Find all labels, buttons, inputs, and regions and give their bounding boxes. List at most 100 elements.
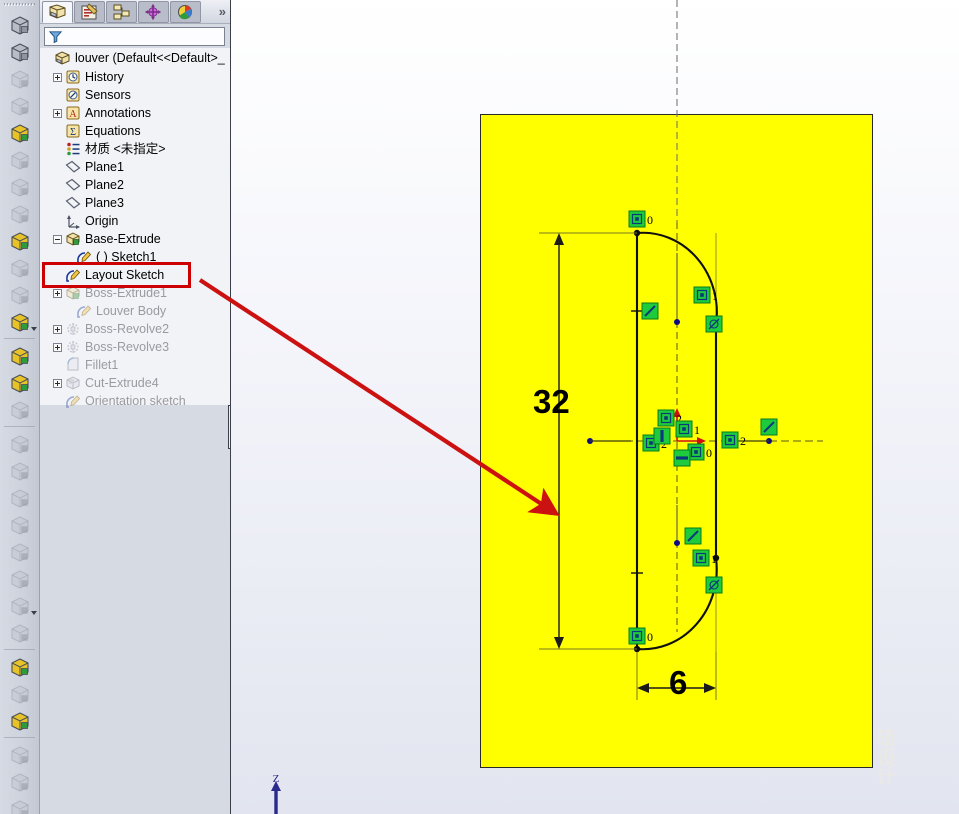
rib-button[interactable] (2, 308, 38, 335)
fillet-icon (65, 357, 81, 373)
lofted-cut-icon (8, 203, 32, 225)
tree-item-orientation-sketch[interactable]: Orientation sketch (40, 392, 230, 410)
tree-item-fillet1[interactable]: Fillet1 (40, 356, 230, 374)
tree-item-plane1[interactable]: Plane1 (40, 158, 230, 176)
tab-property-manager[interactable] (74, 1, 105, 23)
tree-item-label: Plane1 (85, 161, 124, 174)
relation-marker-tangent[interactable] (706, 316, 722, 332)
arc-center-point-bottom[interactable] (674, 540, 680, 546)
tree-item-history[interactable]: History (40, 68, 230, 86)
dropdown-caret-icon[interactable] (31, 327, 37, 331)
relation-marker-index: 0 (647, 213, 653, 227)
instant3d-button[interactable] (2, 653, 38, 680)
plane-icon (65, 159, 81, 175)
relation-marker-coincident[interactable]: 0 (629, 211, 653, 227)
extruded-boss-base-button[interactable] (2, 11, 38, 38)
tree-item-annotations[interactable]: AAnnotations (40, 104, 230, 122)
relation-marker-coincident[interactable]: 0 (688, 444, 712, 460)
boundary-boss-button[interactable] (2, 227, 38, 254)
relation-marker-vertical[interactable] (654, 428, 670, 444)
display-manager-icon (175, 3, 197, 21)
dropdown-caret-icon[interactable] (31, 611, 37, 615)
revolved-boss-base-button[interactable] (2, 38, 38, 65)
width-dimension-value[interactable]: 6 (669, 664, 687, 702)
tree-expand-icon[interactable] (53, 325, 62, 334)
tree-expand-icon[interactable] (53, 289, 62, 298)
tree-item-origin[interactable]: Origin (40, 212, 230, 230)
relation-marker-fix[interactable] (761, 419, 777, 435)
feature-tree-filter-input[interactable] (63, 29, 218, 45)
tree-item-label: Louver Body (96, 305, 166, 318)
shell-button[interactable] (2, 342, 38, 369)
tree-item-layout-sketch[interactable]: Layout Sketch (40, 266, 230, 284)
tab-configuration-manager[interactable] (106, 1, 137, 23)
tree-item-louver-body[interactable]: Louver Body (40, 302, 230, 320)
relation-marker-tangent[interactable] (706, 577, 722, 593)
boundary-boss-icon (8, 230, 32, 252)
relation-marker-coincident[interactable]: 1 (694, 287, 718, 303)
feature-tree[interactable]: louver (Default<<Default>_HistorySensors… (40, 48, 230, 814)
property-manager-icon (79, 3, 101, 21)
tree-expand-icon[interactable] (53, 343, 62, 352)
relation-marker-coincident[interactable]: 0 (629, 628, 653, 644)
tab-feature-manager-design-tree[interactable] (42, 1, 73, 23)
draft-icon (8, 284, 32, 306)
feature-tree-filter[interactable] (44, 27, 225, 46)
tree-expand-icon[interactable] (53, 379, 62, 388)
feature-manager-overflow-button[interactable]: » (219, 4, 224, 19)
tree-root-item[interactable]: louver (Default<<Default>_ (40, 48, 230, 68)
deform-button (2, 538, 38, 565)
axis-triad-z: Z (261, 772, 291, 814)
relation-marker-horizontal[interactable] (674, 450, 690, 466)
watermark-text: 硕设计 (871, 730, 901, 790)
dimxpert-icon (143, 3, 165, 21)
tree-item-sensors[interactable]: Sensors (40, 86, 230, 104)
tree-expander-placeholder (53, 145, 62, 154)
relation-marker-coincident[interactable]: 2 (722, 432, 746, 448)
split-button (2, 619, 38, 646)
mirror-button[interactable] (2, 369, 38, 396)
relation-marker-coincident[interactable]: 1 (676, 421, 700, 437)
tree-item-boss-revolve2[interactable]: Boss-Revolve2 (40, 320, 230, 338)
arc-center-point-top[interactable] (674, 319, 680, 325)
height-dimension-value[interactable]: 32 (533, 383, 570, 421)
dome-icon (8, 399, 32, 421)
tree-item-boss-extrude1[interactable]: Boss-Extrude1 (40, 284, 230, 302)
cut-extrude-icon (65, 375, 81, 391)
flex-button (2, 511, 38, 538)
tree-item-[interactable]: 材质 <未指定> (40, 140, 230, 158)
tree-expand-icon[interactable] (53, 73, 62, 82)
tree-item-plane2[interactable]: Plane2 (40, 176, 230, 194)
pattern-button[interactable] (2, 707, 38, 734)
equations-icon: Σ (65, 123, 81, 139)
deform-icon (8, 541, 32, 563)
relation-marker-fix[interactable] (685, 528, 701, 544)
flex-icon (8, 514, 32, 536)
extruded-cut-button[interactable] (2, 119, 38, 146)
tree-item-equations[interactable]: Σ Equations (40, 122, 230, 140)
tree-item-label: Fillet1 (85, 359, 118, 372)
tree-item-label: Layout Sketch (85, 269, 164, 282)
tab-display-manager[interactable] (170, 1, 201, 23)
relation-marker-fix[interactable] (642, 303, 658, 319)
toolbar-drag-grip[interactable] (4, 1, 35, 9)
tree-item-label: Cut-Extrude4 (85, 377, 159, 390)
tree-item-boss-revolve3[interactable]: Boss-Revolve3 (40, 338, 230, 356)
tree-expand-icon[interactable] (53, 109, 62, 118)
graphics-viewport[interactable]: 012120210 32 6 硕设计 Z (230, 0, 959, 814)
toolbar-separator (4, 426, 35, 427)
tree-collapse-icon[interactable] (53, 235, 62, 244)
relation-marker-coincident[interactable]: 1 (693, 550, 717, 566)
tree-item-sketch1[interactable]: ( ) Sketch1 (40, 248, 230, 266)
insert-above-button (2, 768, 38, 795)
insert-below-button (2, 741, 38, 768)
extruded-boss-base-icon (8, 14, 32, 36)
tree-item-base-extrude[interactable]: Base-Extrude (40, 230, 230, 248)
tree-item-label: Annotations (85, 107, 151, 120)
tab-dimxpert-manager[interactable] (138, 1, 169, 23)
tree-expander-placeholder (53, 181, 62, 190)
tree-item-plane3[interactable]: Plane3 (40, 194, 230, 212)
lofted-cut-button (2, 200, 38, 227)
tree-item-cut-extrude4[interactable]: Cut-Extrude4 (40, 374, 230, 392)
tree-item-label: Equations (85, 125, 141, 138)
